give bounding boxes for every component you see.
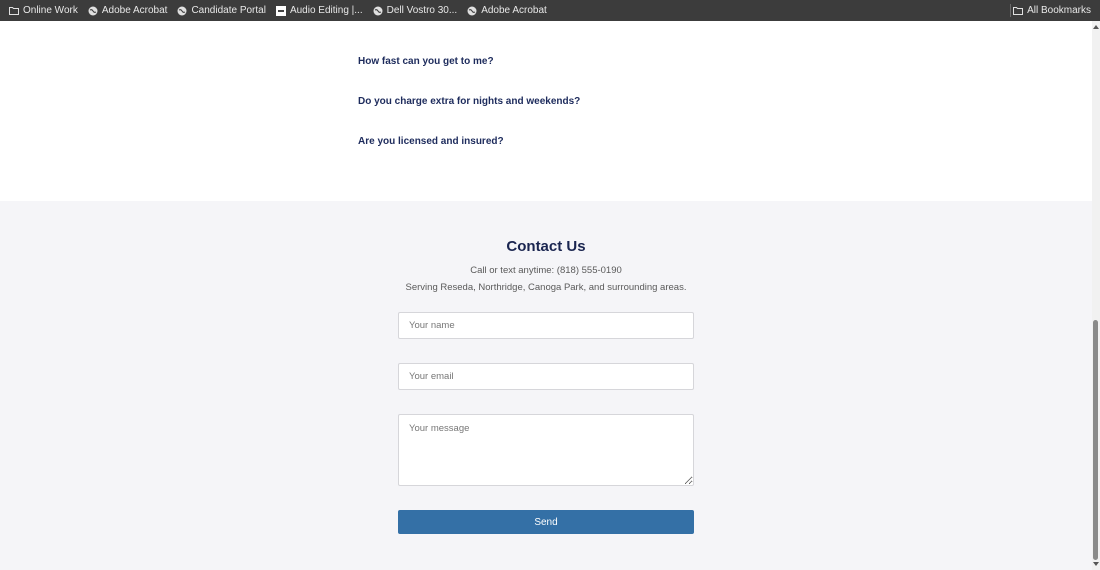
scrollbar-thumb[interactable] xyxy=(1093,320,1098,560)
folder-icon xyxy=(9,6,19,16)
all-bookmarks-label: All Bookmarks xyxy=(1027,5,1091,16)
all-bookmarks-button[interactable]: All Bookmarks xyxy=(1008,0,1096,21)
faq-item-extra-charges[interactable]: Do you charge extra for nights and weeke… xyxy=(358,96,580,107)
site-favicon-icon xyxy=(275,5,286,16)
faq-item-licensed-insured[interactable]: Are you licensed and insured? xyxy=(358,136,504,147)
page-content: How fast can you get to me? Do you charg… xyxy=(0,21,1092,570)
contact-title: Contact Us xyxy=(506,238,586,255)
contact-service-area-text: Serving Reseda, Northridge, Canoga Park,… xyxy=(405,282,687,293)
bookmark-label: Dell Vostro 30... xyxy=(386,5,458,16)
faq-item-response-time[interactable]: How fast can you get to me? xyxy=(358,56,494,67)
scroll-down-arrow-icon[interactable] xyxy=(1093,562,1099,566)
bookmark-label: Audio Editing |... xyxy=(289,5,363,16)
globe-icon xyxy=(88,6,98,16)
send-button[interactable]: Send xyxy=(398,510,694,534)
bookmark-audio-editing[interactable]: Audio Editing |... xyxy=(271,5,368,16)
contact-phone-text: Call or text anytime: (818) 555-0190 xyxy=(470,265,622,276)
bookmark-dell-vostro[interactable]: Dell Vostro 30... xyxy=(368,5,463,16)
globe-icon xyxy=(467,6,477,16)
name-input[interactable] xyxy=(398,312,694,339)
bookmark-label: Candidate Portal xyxy=(191,5,266,16)
globe-icon xyxy=(373,6,383,16)
contact-section: Contact Us Call or text anytime: (818) 5… xyxy=(0,201,1092,570)
bookmark-adobe-acrobat[interactable]: Adobe Acrobat xyxy=(83,5,173,16)
bookmark-candidate-portal[interactable]: Candidate Portal xyxy=(172,5,271,16)
bookmarks-bar: Online Work Adobe Acrobat Candidate Port… xyxy=(0,0,1100,21)
message-textarea[interactable] xyxy=(398,414,694,486)
bookmark-adobe-acrobat-2[interactable]: Adobe Acrobat xyxy=(462,5,552,16)
scroll-up-arrow-icon[interactable] xyxy=(1093,25,1099,29)
bookmark-label: Adobe Acrobat xyxy=(481,5,547,16)
globe-icon xyxy=(177,6,187,16)
bookmark-online-work[interactable]: Online Work xyxy=(4,5,83,16)
folder-icon xyxy=(1013,6,1024,16)
bookmark-label: Adobe Acrobat xyxy=(101,5,168,16)
bookmark-label: Online Work xyxy=(23,5,78,16)
email-input[interactable] xyxy=(398,363,694,390)
page-scrollbar[interactable] xyxy=(1092,21,1100,570)
